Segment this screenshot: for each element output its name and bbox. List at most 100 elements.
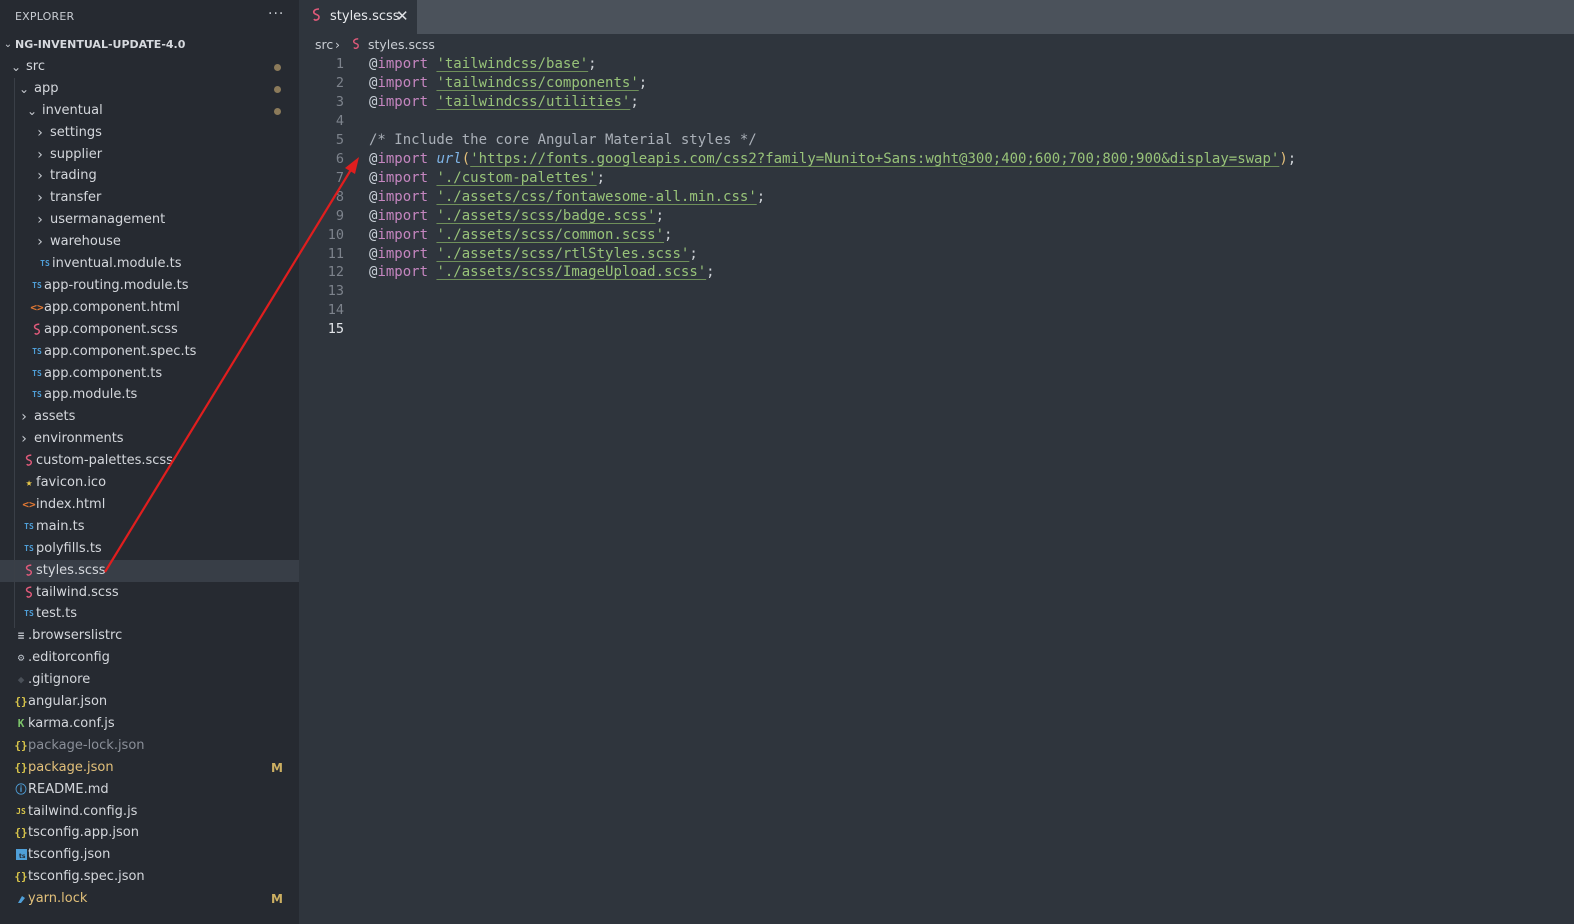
code-text: @import 'tailwindcss/utilities'; <box>369 93 639 112</box>
code-semicolon: ; <box>706 264 715 281</box>
tree-item-label: warehouse <box>50 234 121 250</box>
code-line: 5 /* Include the core Angular Material st… <box>299 131 1569 150</box>
file-app-component-spec-ts[interactable]: TS app.component.spec.ts <box>0 341 299 363</box>
file-app-component-ts[interactable]: TS app.component.ts <box>0 363 299 385</box>
tree-item-label: inventual.module.ts <box>52 256 182 271</box>
code-keyword: import <box>377 207 429 224</box>
explorer-header: EXPLORER ··· <box>0 0 299 34</box>
modified-dot <box>274 107 281 115</box>
code-line: 12 @import './assets/scss/ImageUpload.scs… <box>299 263 1569 282</box>
breadcrumb-folder[interactable]: src <box>315 37 333 52</box>
file-app-component-scss[interactable]: app.component.scss <box>0 319 299 341</box>
file-tsconfig-spec-json[interactable]: {} tsconfig.spec.json <box>0 866 299 888</box>
chevron-down-icon: ⌄ <box>3 39 13 50</box>
folder-usermanagement[interactable]: › usermanagement <box>0 209 299 231</box>
line-number: 15 <box>327 321 344 338</box>
file-inventual-module-ts[interactable]: TS inventual.module.ts <box>0 253 299 275</box>
folder-assets[interactable]: › assets <box>0 406 299 428</box>
code-keyword: import <box>377 169 429 186</box>
file-package-lock-json[interactable]: {} package-lock.json <box>0 735 299 757</box>
folder-trading[interactable]: › trading <box>0 165 299 187</box>
code-semicolon: ; <box>638 74 648 91</box>
folder-settings[interactable]: › settings <box>0 122 299 144</box>
line-number: 11 <box>327 245 344 262</box>
file-test-ts[interactable]: TS test.ts <box>0 603 299 625</box>
file-app-routing-module-ts[interactable]: TS app-routing.module.ts <box>0 275 299 297</box>
code-keyword: import <box>377 245 429 262</box>
tab-styles-scss[interactable]: styles.scss ✕ <box>299 0 417 34</box>
list-icon: ≡ <box>17 629 25 643</box>
code-text: @import './assets/css/fontawesome-all.mi… <box>369 188 765 207</box>
typescript-icon: TS <box>32 390 42 400</box>
file-polyfills-ts[interactable]: TS polyfills.ts <box>0 538 299 560</box>
code-semicolon: ; <box>756 188 766 205</box>
folder-environments[interactable]: › environments <box>0 428 299 450</box>
file-gitignore[interactable]: ◆ .gitignore <box>0 669 299 691</box>
file-tailwind-config-js[interactable]: JS tailwind.config.js <box>0 801 299 823</box>
code-line: 4 <box>299 112 1569 131</box>
tree-item-label: README.md <box>28 781 109 797</box>
file-app-component-html[interactable]: <> app.component.html <box>0 297 299 319</box>
close-icon[interactable]: ✕ <box>396 7 409 25</box>
code-string: './assets/scss/ImageUpload.scss' <box>436 264 707 281</box>
typescript-icon: TS <box>32 346 42 356</box>
tree-item-label: tsconfig.app.json <box>28 825 139 841</box>
tree-item-label: angular.json <box>28 694 108 709</box>
code-editor[interactable]: 1 @import 'tailwindcss/base'; 2 @import 'ta… <box>299 55 1574 924</box>
tree-item-label: app.component.ts <box>44 365 163 381</box>
tree-item-label: environments <box>34 431 124 447</box>
line-number: 9 <box>335 207 344 224</box>
file-readme-md[interactable]: ⓘ README.md <box>0 779 299 801</box>
tree-item-label: app-routing.module.ts <box>44 277 189 293</box>
explorer-sidebar: EXPLORER ··· ⌄ NG-INVENTUAL-UPDATE-4.0 ⌄ sr… <box>0 0 299 924</box>
more-actions-icon[interactable]: ··· <box>268 6 284 22</box>
code-string: 'tailwindcss/utilities' <box>436 93 631 110</box>
folder-app[interactable]: ⌄ app <box>0 78 299 100</box>
chevron-down-icon: ⌄ <box>10 59 22 74</box>
tree-item-label: package-lock.json <box>28 737 145 753</box>
tree-item-label: custom-palettes.scss <box>36 453 173 469</box>
folder-supplier[interactable]: › supplier <box>0 144 299 166</box>
file-styles-scss[interactable]: styles.scss <box>0 559 299 582</box>
breadcrumb-file[interactable]: styles.scss <box>368 37 435 52</box>
code-line: 10 @import './assets/scss/common.scss'; <box>299 226 1569 245</box>
file-browserslistrc[interactable]: ≡ .browserslistrc <box>0 625 299 647</box>
chevron-down-icon: ⌄ <box>18 81 30 96</box>
code-semicolon: ; <box>689 245 698 262</box>
folder-src[interactable]: ⌄ src <box>0 56 299 78</box>
code-text: @import url('https://fonts.googleapis.co… <box>369 150 1296 169</box>
code-string: './assets/scss/badge.scss' <box>436 207 656 224</box>
file-index-html[interactable]: <> index.html <box>0 494 299 516</box>
code-line: 3 @import 'tailwindcss/utilities'; <box>299 93 1569 112</box>
typescript-icon: TS <box>32 368 42 378</box>
folder-warehouse[interactable]: › warehouse <box>0 231 299 253</box>
git-modified-badge: M <box>271 760 283 775</box>
tree-item-label: usermanagement <box>50 212 166 228</box>
file-package-json[interactable]: {} package.json M <box>0 757 299 779</box>
tree-item-label: test.ts <box>36 606 77 622</box>
tree-item-label: tailwind.config.js <box>28 803 138 819</box>
file-karma-conf-js[interactable]: Kkarma.conf.js <box>0 713 299 735</box>
file-tailwind-scss[interactable]: tailwind.scss <box>0 582 299 604</box>
code-keyword: import <box>377 264 429 281</box>
file-angular-json[interactable]: {} angular.json <box>0 691 299 713</box>
file-app-module-ts[interactable]: TS app.module.ts <box>0 384 299 406</box>
file-favicon-ico[interactable]: ★ favicon.ico <box>0 472 299 494</box>
tree-item-label: tailwind.scss <box>36 584 119 600</box>
json-icon: {} <box>14 738 28 752</box>
folder-inventual[interactable]: ⌄ inventual <box>0 100 299 122</box>
file-main-ts[interactable]: TS main.ts <box>0 516 299 538</box>
workspace-root[interactable]: ⌄ NG-INVENTUAL-UPDATE-4.0 <box>0 34 299 56</box>
file-custom-palettes-scss[interactable]: custom-palettes.scss <box>0 450 299 472</box>
file-editorconfig[interactable]: ⚙ .editorconfig <box>0 647 299 669</box>
karma-icon: K <box>17 716 25 730</box>
code-function: url <box>436 150 462 167</box>
code-line: 11 @import './assets/scss/rtlStyles.scss'… <box>299 245 1569 264</box>
folder-transfer[interactable]: › transfer <box>0 187 299 209</box>
modified-dot <box>274 63 281 71</box>
tree-item-label: transfer <box>50 190 102 206</box>
file-tsconfig-json[interactable]: ts tsconfig.json <box>0 844 299 866</box>
file-tsconfig-app-json[interactable]: {} tsconfig.app.json <box>0 822 299 844</box>
file-yarn-lock[interactable]: yarn.lock M <box>0 888 299 910</box>
tree-item-label: yarn.lock <box>28 891 88 907</box>
